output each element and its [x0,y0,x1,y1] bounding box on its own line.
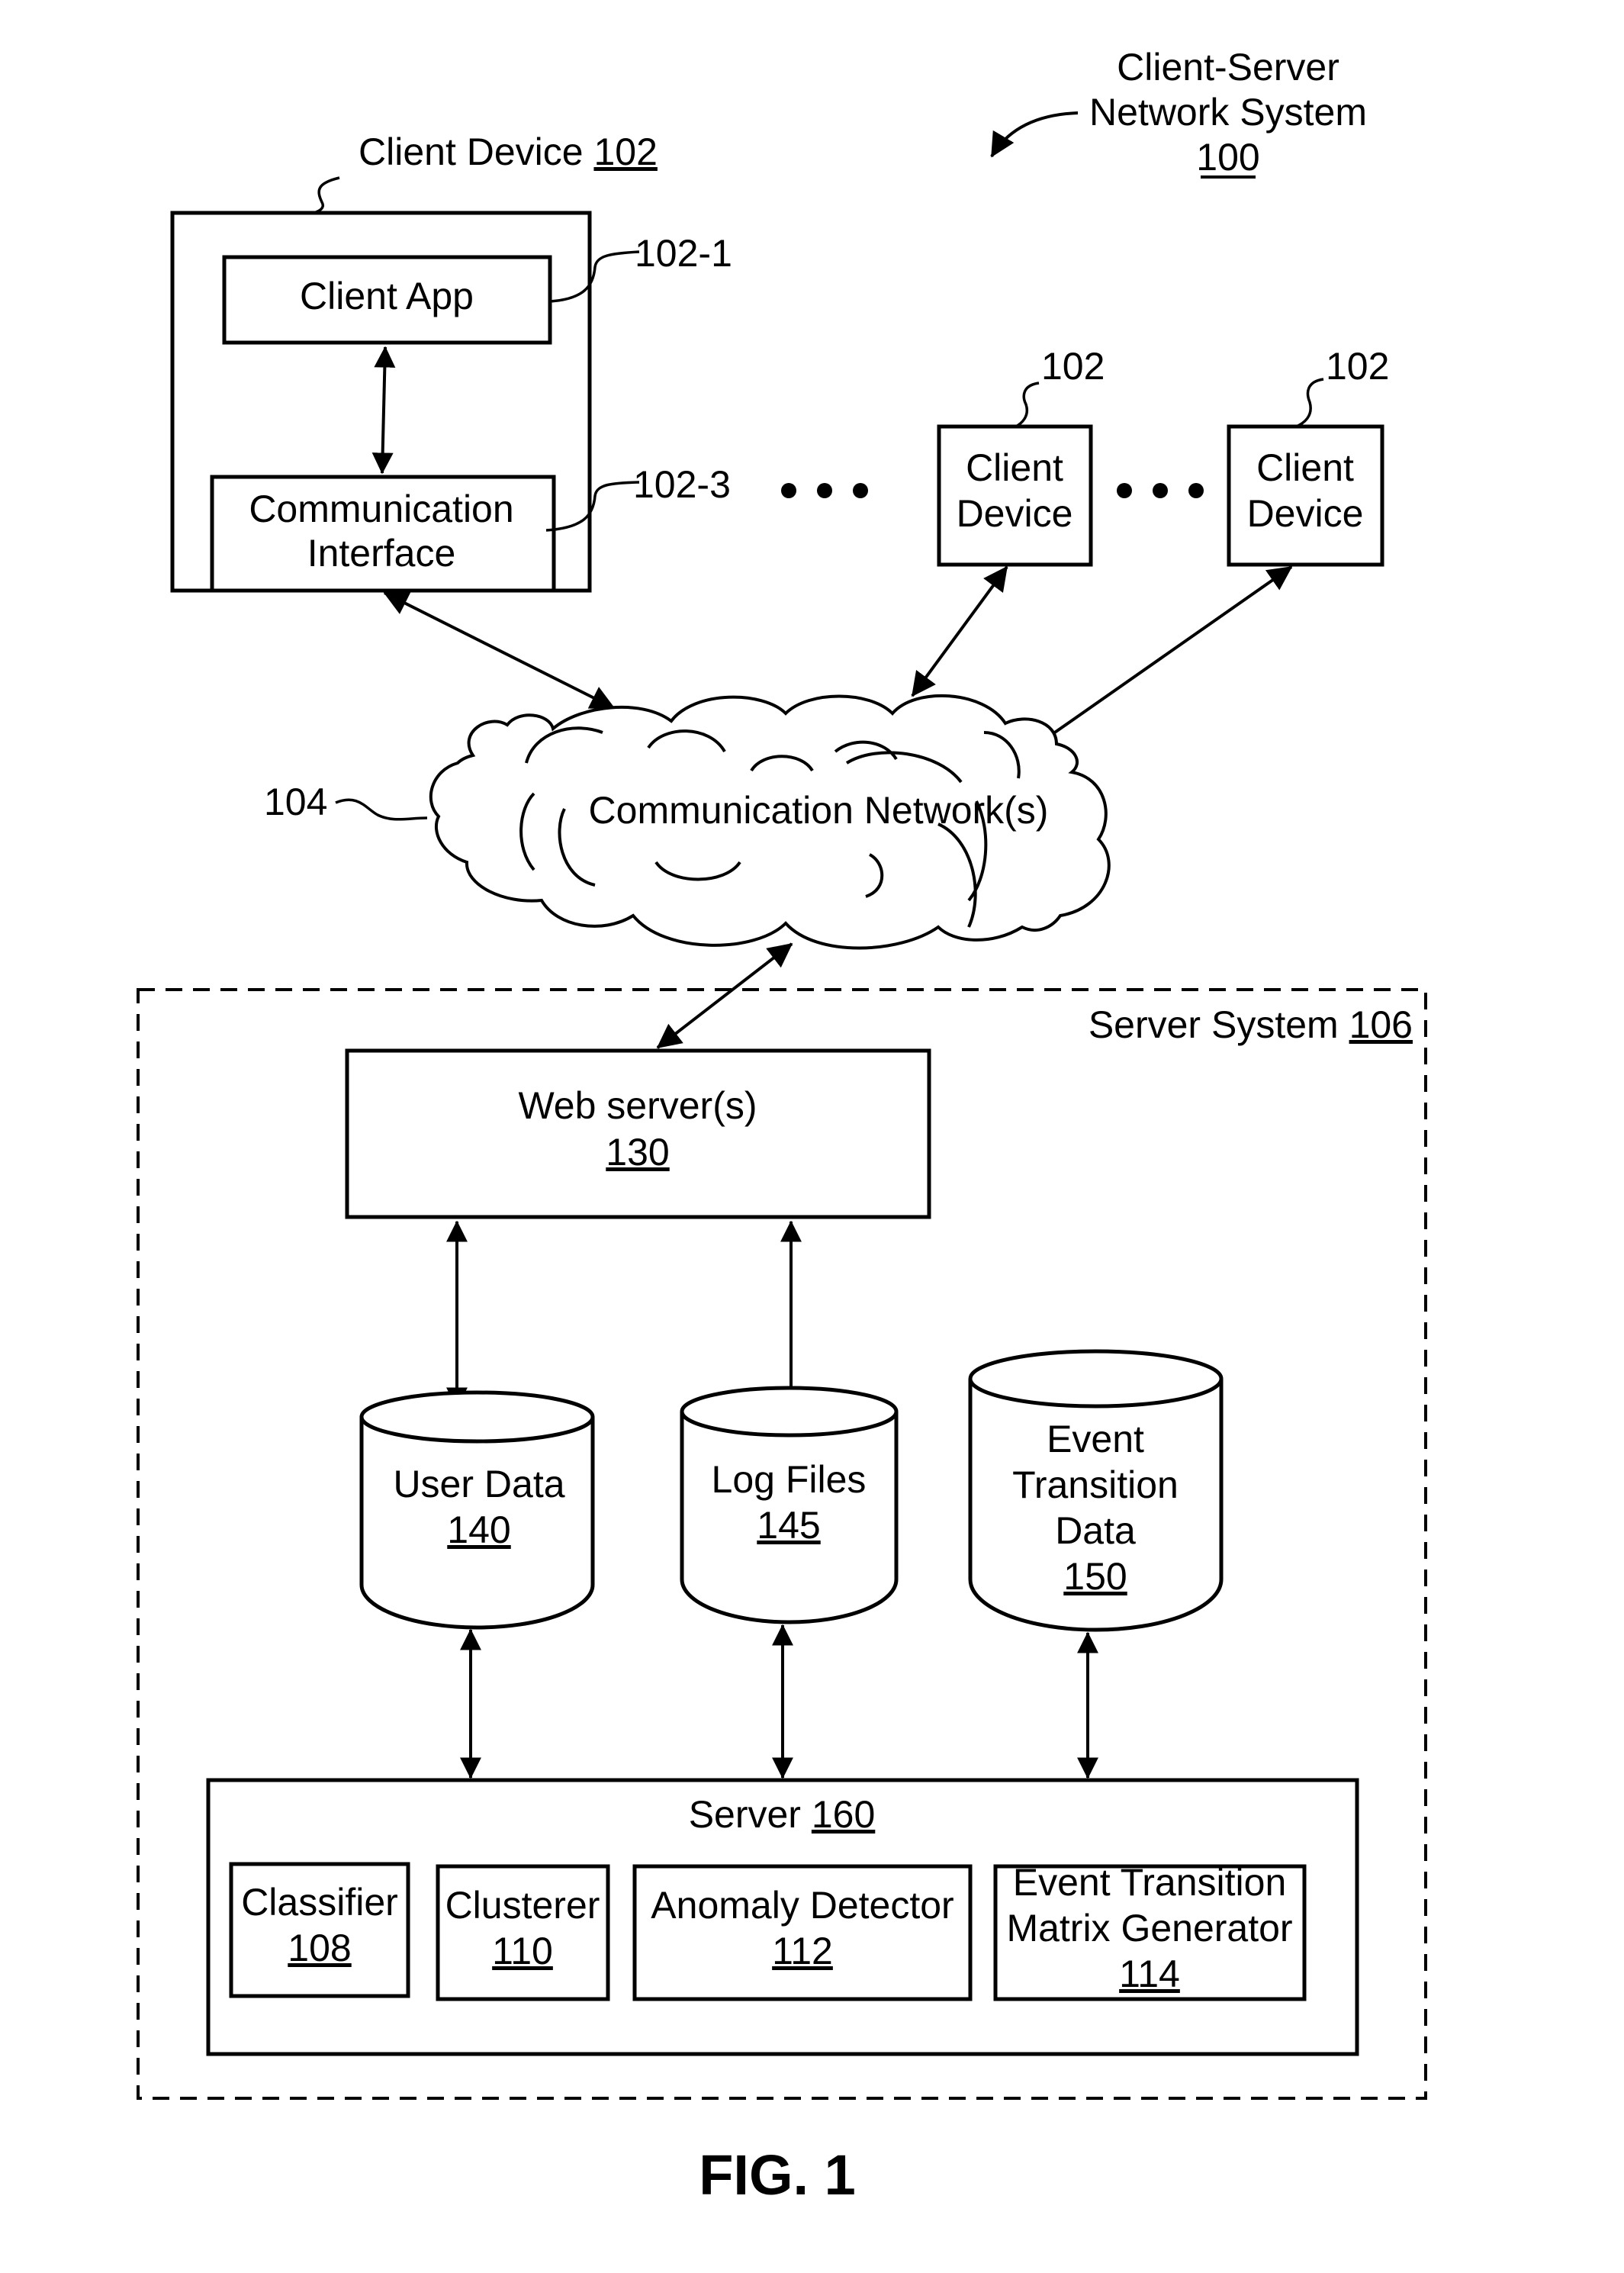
client-device-3-ref: 102 [1326,345,1389,388]
log-files-label: Log Files [712,1458,867,1501]
client2-network-arrow-icon [911,565,1008,697]
event-data-line3: Data [1055,1509,1136,1552]
system-title: Client-Server Network System 100 [990,46,1367,179]
network-ref: 104 [264,781,327,823]
event-data-cylinder-top [968,1349,1224,1409]
system-title-line2: Network System [1089,91,1367,134]
server-system-label: Server System 106 [1089,1003,1413,1046]
web-server-label: Web server(s) [518,1084,757,1127]
web-server[interactable]: Web server(s) 130 [345,1048,931,1219]
event-data-line2: Transition [1012,1463,1179,1506]
client-network-arrow-icon [383,591,616,710]
event-data-line1: Event [1047,1418,1144,1460]
client-device-2-line2: Device [957,492,1073,535]
system-title-ref: 100 [1196,136,1259,179]
clusterer-ref: 110 [492,1930,553,1972]
server-label: Server 160 [689,1793,876,1836]
etm-generator-line2: Matrix Generator [1006,1907,1292,1949]
comm-interface-ref: 102-3 [633,463,731,506]
user-data-label: User Data [393,1463,564,1505]
datastore-log-files[interactable]: Log Files 145 [680,1386,899,1624]
log-files-cylinder-top [680,1386,899,1438]
client-device-main[interactable]: Client Device 102 Client App 102-1 Commu… [170,130,732,593]
server[interactable]: Server 160 Classifier 108 Clusterer 110 … [206,1778,1359,2056]
client-device-2-line1: Client [966,446,1063,489]
ellipsis-dot [1188,483,1204,498]
event-data-ref: 150 [1063,1555,1127,1598]
user-data-cylinder-top [359,1390,595,1444]
client-device-2[interactable]: 102 Client Device [937,345,1105,567]
module-anomaly-detector[interactable]: Anomaly Detector 112 [632,1864,973,2001]
etm-generator-line1: Event Transition [1013,1861,1287,1904]
datastore-event-transition-data[interactable]: Event Transition Data 150 [968,1349,1224,1632]
ellipsis-dot [853,483,868,498]
network-webserver-arrow-icon [656,942,793,1049]
diagram-canvas: Client-Server Network System 100 Client … [137,46,1427,2207]
system-title-line1: Client-Server [1117,46,1339,89]
classifier-label: Classifier [241,1881,398,1924]
network-leader-line [335,798,428,821]
client-device-2-leader-line [1014,382,1040,429]
log-files-ref: 145 [757,1504,820,1547]
client-device-3-line1: Client [1256,446,1354,489]
ellipsis-dot [817,483,832,498]
module-clusterer[interactable]: Clusterer 110 [436,1864,610,2001]
datastore-user-data[interactable]: User Data 140 [359,1390,595,1630]
clusterer-label: Clusterer [445,1884,600,1927]
comm-interface-line2: Interface [307,532,456,575]
etm-generator-ref: 114 [1119,1953,1180,1995]
user-data-ref: 140 [447,1508,510,1551]
client-app-label: Client App [300,275,474,317]
system-pointer-arrow-icon [990,111,1079,158]
anomaly-detector-label: Anomaly Detector [651,1884,953,1927]
ellipsis-dot [1153,483,1168,498]
client-device-3-leader-line [1294,378,1324,429]
figure-caption: FIG. 1 [699,2143,856,2207]
client3-network-arrow-icon [1026,565,1293,753]
anomaly-detector-ref: 112 [772,1930,833,1972]
client-device-3[interactable]: 102 Client Device [1227,345,1389,567]
ellipsis-1 [781,483,868,498]
network-label: Communication Network(s) [589,789,1049,832]
client-app-ref: 102-1 [635,232,732,275]
client-device-main-label: Client Device 102 [359,130,658,173]
web-server-ref: 130 [606,1131,669,1174]
module-event-transition-matrix-generator[interactable]: Event Transition Matrix Generator 114 [993,1861,1307,2001]
ellipsis-dot [781,483,796,498]
communication-network-cloud[interactable]: Communication Network(s) [429,694,1111,950]
client-device-leader-line [304,176,340,216]
ellipsis-2 [1117,483,1204,498]
comm-interface-line1: Communication [249,488,513,530]
classifier-ref: 108 [288,1927,351,1969]
client-device-3-line2: Device [1247,492,1364,535]
client-device-2-ref: 102 [1041,345,1105,388]
ellipsis-dot [1117,483,1132,498]
module-classifier[interactable]: Classifier 108 [229,1862,410,1998]
